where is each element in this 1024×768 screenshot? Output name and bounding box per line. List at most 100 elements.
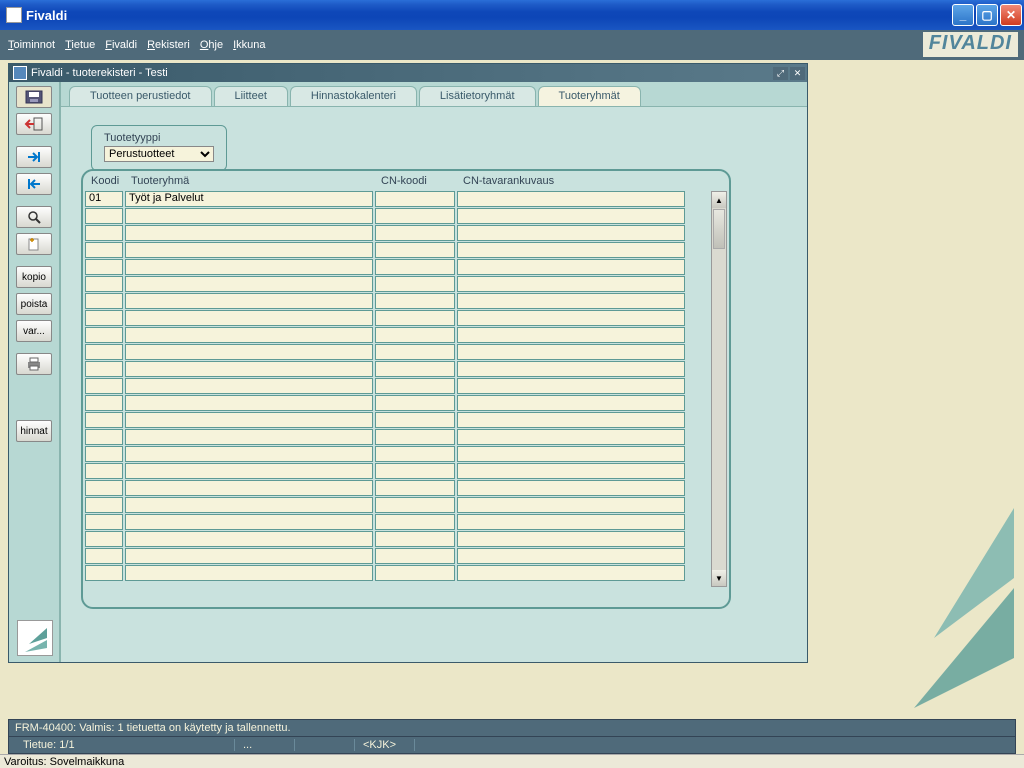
cell-ryhma[interactable] xyxy=(125,412,373,428)
cell-cn[interactable] xyxy=(375,310,455,326)
cell-cn[interactable] xyxy=(375,361,455,377)
cell-koodi[interactable] xyxy=(85,327,123,343)
table-row[interactable] xyxy=(85,565,727,581)
mdi-close-button[interactable]: ✕ xyxy=(790,67,805,80)
cell-cn[interactable] xyxy=(375,242,455,258)
table-row[interactable] xyxy=(85,225,727,241)
scroll-up-icon[interactable]: ▲ xyxy=(712,192,726,208)
cell-cn[interactable] xyxy=(375,480,455,496)
table-row[interactable] xyxy=(85,395,727,411)
cell-ryhma[interactable] xyxy=(125,548,373,564)
cell-kuvaus[interactable] xyxy=(457,361,685,377)
tab-hinnastokalenteri[interactable]: Hinnastokalenteri xyxy=(290,86,417,106)
table-row[interactable] xyxy=(85,293,727,309)
menu-tietue[interactable]: Tietue xyxy=(65,39,95,51)
table-row[interactable] xyxy=(85,548,727,564)
cell-kuvaus[interactable] xyxy=(457,497,685,513)
tab-tuoteryhmat[interactable]: Tuoteryhmät xyxy=(538,86,641,106)
table-row[interactable] xyxy=(85,259,727,275)
cell-cn[interactable] xyxy=(375,378,455,394)
cell-koodi[interactable] xyxy=(85,463,123,479)
cell-koodi[interactable] xyxy=(85,361,123,377)
scroll-down-icon[interactable]: ▼ xyxy=(712,570,726,586)
cell-ryhma[interactable] xyxy=(125,242,373,258)
cell-cn[interactable] xyxy=(375,497,455,513)
cell-koodi[interactable] xyxy=(85,497,123,513)
save-button[interactable] xyxy=(16,86,52,108)
var-button[interactable]: var... xyxy=(16,320,52,342)
cell-cn[interactable] xyxy=(375,293,455,309)
table-row[interactable] xyxy=(85,208,727,224)
new-button[interactable] xyxy=(16,233,52,255)
cell-cn[interactable] xyxy=(375,412,455,428)
cell-koodi[interactable] xyxy=(85,378,123,394)
cell-kuvaus[interactable] xyxy=(457,565,685,581)
mdi-restore-button[interactable]: ⤢ xyxy=(773,67,788,80)
cell-koodi[interactable] xyxy=(85,395,123,411)
scroll-thumb[interactable] xyxy=(713,209,725,249)
cell-ryhma[interactable] xyxy=(125,276,373,292)
cell-ryhma[interactable] xyxy=(125,310,373,326)
table-row[interactable] xyxy=(85,480,727,496)
tuotetyyppi-select[interactable]: Perustuotteet xyxy=(104,146,214,162)
cell-ryhma[interactable] xyxy=(125,327,373,343)
cell-cn[interactable] xyxy=(375,531,455,547)
cell-kuvaus[interactable] xyxy=(457,395,685,411)
cell-ryhma[interactable] xyxy=(125,565,373,581)
table-row[interactable] xyxy=(85,242,727,258)
cell-cn[interactable] xyxy=(375,327,455,343)
menu-rekisteri[interactable]: Rekisteri xyxy=(147,39,190,51)
cell-cn[interactable] xyxy=(375,429,455,445)
cell-cn[interactable] xyxy=(375,191,455,207)
cell-kuvaus[interactable] xyxy=(457,310,685,326)
table-row[interactable] xyxy=(85,497,727,513)
table-row[interactable] xyxy=(85,412,727,428)
menu-toiminnot[interactable]: Toiminnot xyxy=(8,39,55,51)
hinnat-button[interactable]: hinnat xyxy=(16,420,52,442)
cell-cn[interactable] xyxy=(375,463,455,479)
cell-koodi[interactable] xyxy=(85,242,123,258)
close-button[interactable]: ✕ xyxy=(1000,4,1022,26)
cell-kuvaus[interactable] xyxy=(457,412,685,428)
table-row[interactable] xyxy=(85,463,727,479)
tab-perustiedot[interactable]: Tuotteen perustiedot xyxy=(69,86,212,106)
cell-koodi[interactable] xyxy=(85,259,123,275)
cell-cn[interactable] xyxy=(375,395,455,411)
cell-ryhma[interactable] xyxy=(125,293,373,309)
cell-kuvaus[interactable] xyxy=(457,463,685,479)
prev-button[interactable] xyxy=(16,173,52,195)
menu-ohje[interactable]: Ohje xyxy=(200,39,223,51)
cell-kuvaus[interactable] xyxy=(457,531,685,547)
cell-ryhma[interactable] xyxy=(125,225,373,241)
table-row[interactable] xyxy=(85,310,727,326)
table-row[interactable] xyxy=(85,446,727,462)
cell-koodi[interactable] xyxy=(85,310,123,326)
minimize-button[interactable]: _ xyxy=(952,4,974,26)
cell-cn[interactable] xyxy=(375,565,455,581)
cell-kuvaus[interactable] xyxy=(457,446,685,462)
cell-kuvaus[interactable] xyxy=(457,429,685,445)
cell-ryhma[interactable] xyxy=(125,395,373,411)
cell-ryhma[interactable] xyxy=(125,259,373,275)
cell-kuvaus[interactable] xyxy=(457,225,685,241)
tab-liitteet[interactable]: Liitteet xyxy=(214,86,288,106)
cell-ryhma[interactable] xyxy=(125,497,373,513)
cell-ryhma[interactable] xyxy=(125,429,373,445)
cell-cn[interactable] xyxy=(375,344,455,360)
cell-kuvaus[interactable] xyxy=(457,191,685,207)
cell-koodi[interactable] xyxy=(85,225,123,241)
table-row[interactable] xyxy=(85,361,727,377)
exit-button[interactable] xyxy=(16,113,52,135)
cell-ryhma[interactable] xyxy=(125,531,373,547)
table-row[interactable] xyxy=(85,344,727,360)
cell-koodi[interactable] xyxy=(85,429,123,445)
cell-ryhma[interactable] xyxy=(125,463,373,479)
cell-kuvaus[interactable] xyxy=(457,480,685,496)
cell-ryhma[interactable] xyxy=(125,378,373,394)
cell-ryhma[interactable] xyxy=(125,361,373,377)
cell-koodi[interactable] xyxy=(85,344,123,360)
poista-button[interactable]: poista xyxy=(16,293,52,315)
cell-cn[interactable] xyxy=(375,208,455,224)
cell-kuvaus[interactable] xyxy=(457,208,685,224)
cell-koodi[interactable] xyxy=(85,276,123,292)
